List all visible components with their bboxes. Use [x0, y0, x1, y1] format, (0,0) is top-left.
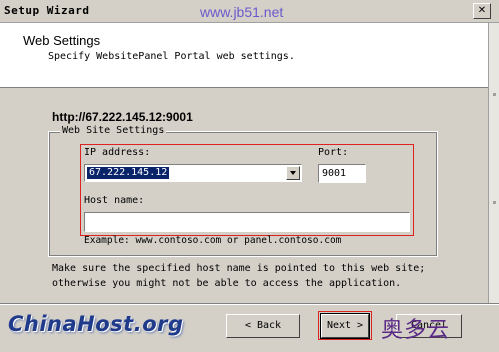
- wizard-header: Web Settings Specify WebsitePanel Portal…: [0, 23, 488, 88]
- back-button[interactable]: < Back: [226, 314, 300, 338]
- note-line-2: otherwise you might not be able to acces…: [52, 278, 402, 289]
- scroll-dot: [493, 201, 496, 204]
- ip-address-label: IP address:: [84, 147, 151, 158]
- footer-separator: [0, 303, 499, 305]
- ip-address-select[interactable]: 67.222.145.12: [84, 164, 302, 182]
- page-subtitle: Specify WebsitePanel Portal web settings…: [48, 51, 295, 62]
- chinahost-logo: ChinaHost.org: [8, 312, 184, 336]
- title-bar: Setup Wizard www.jb51.net ✕: [0, 0, 499, 23]
- host-example-text: Example: www.contoso.com or panel.contos…: [84, 235, 342, 246]
- note-line-1: Make sure the specified host name is poi…: [52, 263, 426, 274]
- vertical-scrollbar[interactable]: [488, 23, 499, 303]
- group-legend: Web Site Settings: [60, 125, 167, 136]
- page-title: Web Settings: [23, 33, 101, 48]
- aoduoyun-logo: 奥多云: [381, 318, 451, 343]
- scroll-dot: [493, 93, 496, 96]
- close-icon: ✕: [477, 5, 487, 16]
- portal-url: http://67.222.145.12:9001: [52, 110, 193, 124]
- window-title: Setup Wizard: [4, 4, 90, 17]
- ip-address-value: 67.222.145.12: [87, 167, 170, 179]
- chevron-down-icon[interactable]: [286, 166, 300, 180]
- port-input[interactable]: 9001: [318, 164, 366, 183]
- top-watermark: www.jb51.net: [200, 4, 284, 20]
- port-label: Port:: [318, 147, 349, 158]
- host-name-label: Host name:: [84, 195, 145, 206]
- setup-wizard-window: Setup Wizard www.jb51.net ✕ Web Settings…: [0, 0, 499, 352]
- next-highlight-box: [318, 311, 372, 340]
- host-name-note: Make sure the specified host name is poi…: [52, 261, 425, 291]
- host-name-input[interactable]: [84, 212, 410, 232]
- close-button[interactable]: ✕: [473, 3, 491, 19]
